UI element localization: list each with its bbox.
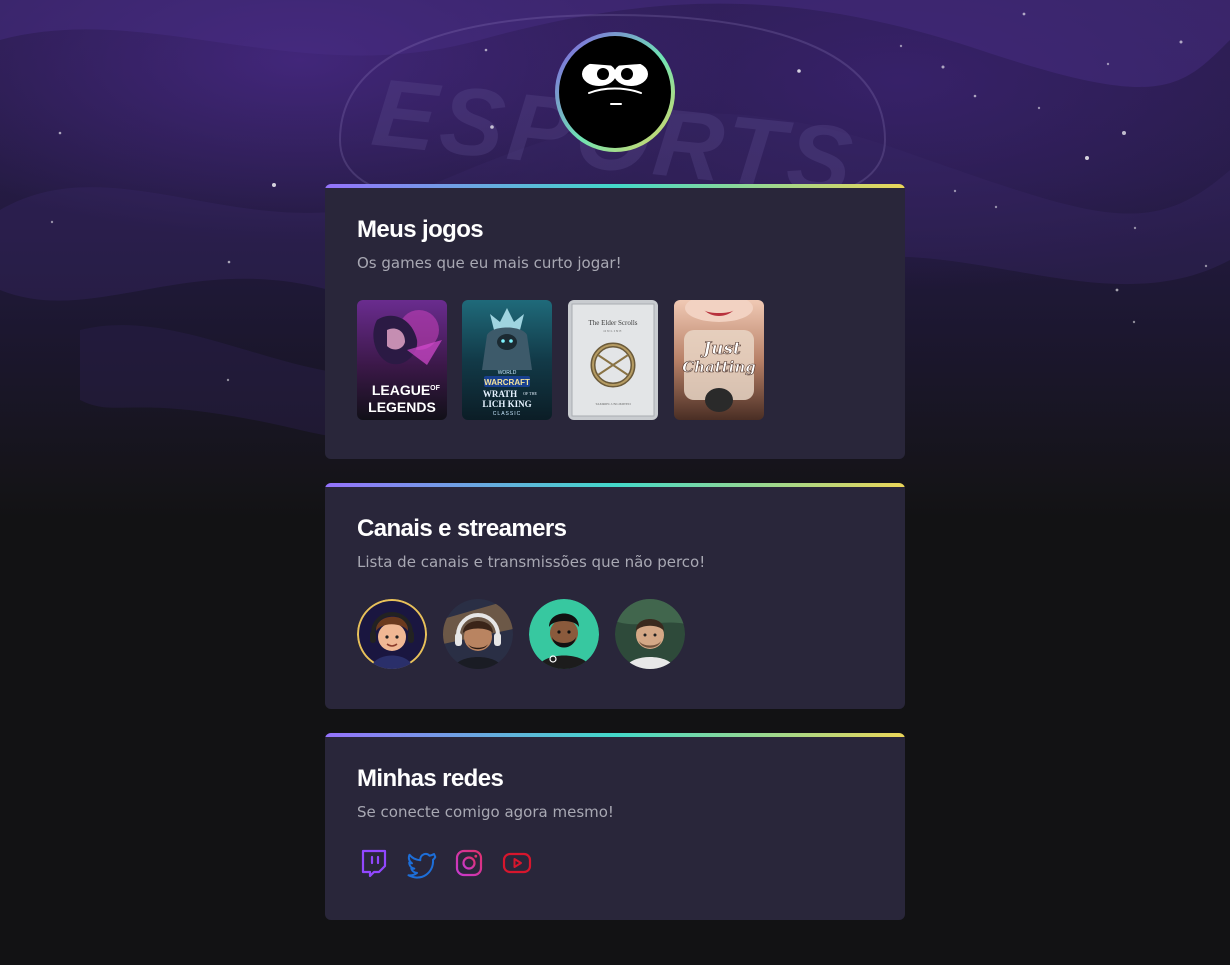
angry-mask-avatar-icon — [559, 36, 671, 148]
streamer-avatar-3[interactable] — [529, 599, 599, 669]
wow-logo-top: WORLD — [498, 370, 517, 376]
streamer-avatar-1[interactable] — [357, 599, 427, 669]
streamer-avatar-4[interactable] — [615, 599, 685, 669]
wow-logo-classic: CLASSIC — [493, 411, 521, 417]
just-chatting-line1: Just — [700, 339, 741, 359]
profile-avatar — [555, 32, 675, 152]
streamers-title: Canais e streamers — [357, 515, 567, 542]
lol-logo-line2: LEGENDS — [368, 399, 436, 415]
twitch-link[interactable] — [357, 847, 389, 879]
eso-logo-top: The Elder Scrolls — [589, 319, 638, 327]
streamers-subtitle: Lista de canais e transmissões que não p… — [357, 553, 706, 571]
instagram-icon — [455, 849, 483, 877]
games-title: Meus jogos — [357, 216, 484, 243]
wow-logo-warcraft: WARCRAFT — [484, 378, 530, 387]
twitter-icon — [407, 852, 437, 879]
socials-title: Minhas redes — [357, 765, 504, 792]
twitch-icon — [361, 849, 387, 878]
games-subtitle: Os games que eu mais curto jogar! — [357, 254, 622, 272]
just-chatting-line2: Chatting — [682, 358, 756, 376]
youtube-icon — [502, 852, 532, 874]
instagram-link[interactable] — [453, 847, 485, 879]
socials-card: Minhas redes Se conecte comigo agora mes… — [325, 733, 905, 920]
lol-logo-of: OF — [430, 385, 440, 392]
game-elder-scrolls-online[interactable]: The Elder Scrolls ONLINE TAMRIEL UNLIMIT… — [568, 300, 658, 420]
twitter-link[interactable] — [405, 847, 437, 879]
youtube-link[interactable] — [501, 847, 533, 879]
game-wow-wotlk[interactable]: WORLD WARCRAFT WRATH OF THE LICH KING CL… — [462, 300, 552, 420]
wow-logo-lichking: LICH KING — [482, 399, 531, 409]
wow-logo-wrath: WRATH — [483, 389, 517, 399]
socials-subtitle: Se conecte comigo agora mesmo! — [357, 803, 614, 821]
game-league-of-legends[interactable]: LEAGUE OF LEGENDS — [357, 300, 447, 420]
lol-logo-line1: LEAGUE — [372, 382, 430, 398]
eso-logo-online: ONLINE — [603, 329, 622, 333]
game-just-chatting[interactable]: Just Chatting — [674, 300, 764, 420]
wow-logo-ofthe: OF THE — [523, 391, 537, 396]
streamers-card: Canais e streamers Lista de canais e tra… — [325, 483, 905, 709]
eso-logo-bottom: TAMRIEL UNLIMITED — [595, 402, 631, 406]
streamer-avatar-2[interactable] — [443, 599, 513, 669]
games-card: Meus jogos Os games que eu mais curto jo… — [325, 184, 905, 459]
